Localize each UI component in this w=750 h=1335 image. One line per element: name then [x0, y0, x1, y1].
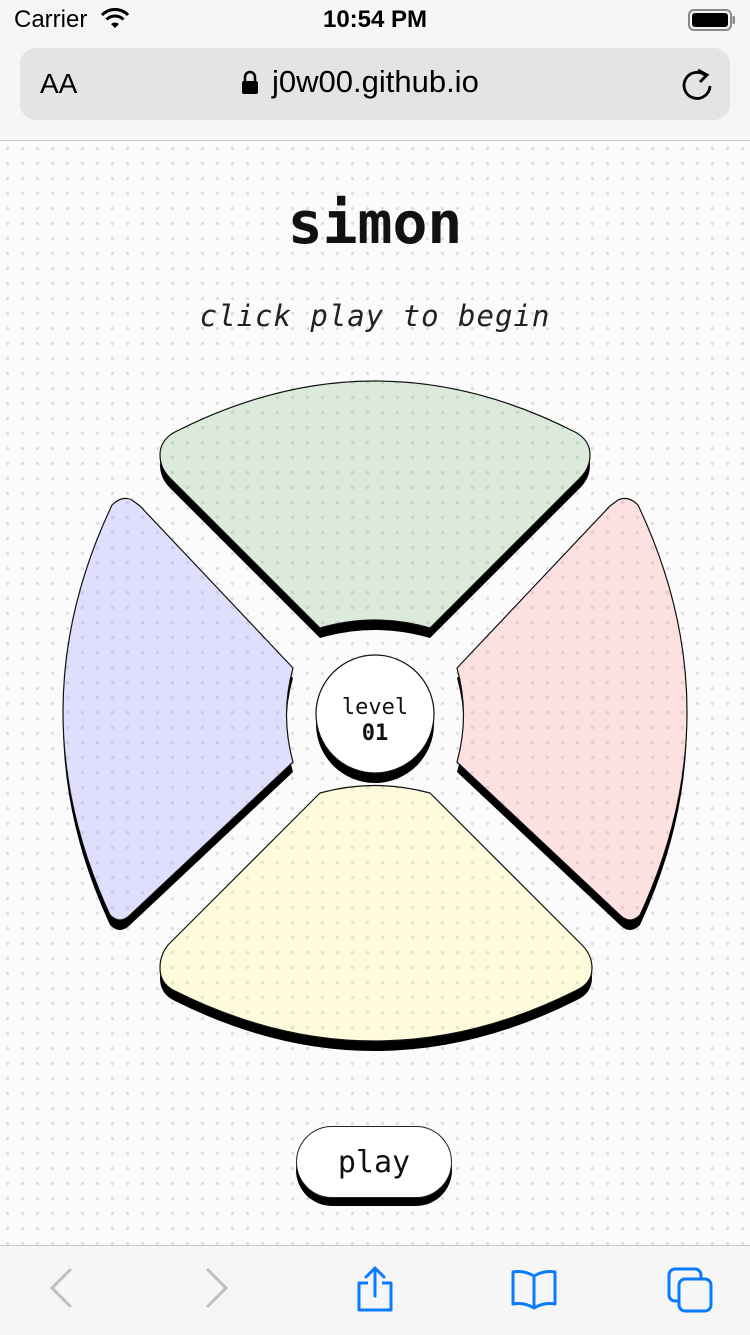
- play-button-label[interactable]: play: [296, 1126, 452, 1198]
- tabs-icon[interactable]: [666, 1266, 716, 1314]
- status-bar: Carrier 10:54 PM: [0, 0, 750, 40]
- forward-icon[interactable]: [202, 1266, 232, 1310]
- bookmarks-icon[interactable]: [510, 1268, 558, 1310]
- status-time: 10:54 PM: [322, 6, 428, 33]
- simon-page: simon click play to begin level 01 play: [0, 141, 750, 1245]
- level-display: level 01: [315, 654, 435, 783]
- play-button[interactable]: play: [296, 1126, 452, 1206]
- simon-board: level 01: [62, 380, 688, 1051]
- text-size-button[interactable]: AA: [40, 68, 77, 100]
- browser-toolbar: [0, 1245, 750, 1335]
- level-label: level: [342, 695, 408, 720]
- address-bar[interactable]: AA j0w00.github.io: [20, 48, 730, 120]
- url-text[interactable]: j0w00.github.io: [272, 64, 479, 100]
- text-size-label: AA: [40, 68, 78, 99]
- share-icon[interactable]: [354, 1264, 396, 1314]
- browser-chrome: AA j0w00.github.io: [0, 40, 750, 141]
- lock-icon: [242, 70, 258, 94]
- battery-icon: [688, 9, 735, 31]
- level-value: 01: [362, 721, 389, 746]
- reload-icon[interactable]: [680, 66, 714, 102]
- back-icon[interactable]: [46, 1266, 76, 1310]
